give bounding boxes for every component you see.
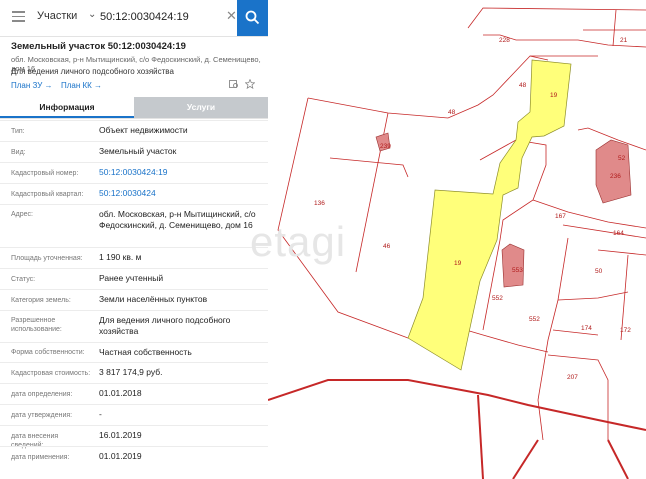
info-row: дата внесения сведений: 16.01.2019 — [0, 425, 268, 449]
row-label: Кадастровая стоимость: — [11, 370, 91, 377]
info-row: Кадастровая стоимость: 3 817 174,9 руб. — [0, 362, 268, 384]
parcel-label: 207 — [567, 374, 578, 381]
layer-select[interactable]: Участки — [37, 10, 77, 22]
major-boundary — [268, 379, 646, 479]
parcel-label: 167 — [555, 213, 566, 220]
info-panel: Участки ⌄ ✕ Земельный участок 50:12:0030… — [0, 0, 269, 479]
row-label: дата утверждения: — [11, 412, 73, 419]
info-row: Разрешенное использование: Для ведения л… — [0, 310, 268, 343]
info-row: Кадастровый номер: 50:12:0030424:19 — [0, 162, 268, 184]
selected-parcel[interactable] — [407, 59, 572, 371]
row-value: Частная собственность — [99, 347, 192, 357]
cadastral-number-link[interactable]: 50:12:0030424:19 — [99, 167, 264, 178]
parcel-label: 19 — [454, 260, 462, 267]
menu-icon[interactable] — [12, 11, 25, 22]
row-label: Категория земель: — [11, 297, 71, 304]
row-value: 01.01.2019 — [99, 451, 142, 461]
row-label: Статус: — [11, 276, 36, 283]
row-label: Адрес: — [11, 211, 33, 218]
search-button[interactable] — [237, 0, 268, 36]
star-icon[interactable] — [245, 79, 255, 89]
info-row: Тип: Объект недвижимости — [0, 120, 268, 142]
row-value: - — [99, 409, 102, 419]
watermark: etagi — [250, 218, 347, 265]
parcel-purpose: Для ведения личного подсобного хозяйства — [11, 67, 174, 76]
search-bar: Участки ⌄ ✕ — [0, 0, 268, 37]
parcel-label: 48 — [519, 82, 527, 89]
row-label: Тип: — [11, 128, 25, 135]
panel-tabs: Информация Услуги — [0, 97, 268, 119]
parcel-label: 552 — [529, 316, 540, 323]
parcel-label: 228 — [499, 37, 510, 44]
info-row: дата утверждения: - — [0, 404, 268, 426]
row-value: 1 190 кв. м — [99, 252, 142, 262]
info-row: Площадь уточненная: 1 190 кв. м — [0, 247, 268, 269]
row-value: обл. Московская, р-н Мытищинский, с/о Фе… — [99, 209, 256, 230]
search-input[interactable] — [100, 8, 218, 26]
info-row: Категория земель: Земли населённых пункт… — [0, 289, 268, 311]
parcel-label: 172 — [620, 327, 631, 334]
search-icon — [245, 10, 260, 25]
info-row: Форма собственности: Частная собственнос… — [0, 342, 268, 363]
parcel-label: 236 — [610, 173, 621, 180]
parcel-label: 21 — [620, 37, 628, 44]
info-row: дата определения: 01.01.2018 — [0, 383, 268, 405]
row-value: Земли населённых пунктов — [99, 294, 208, 304]
buildings — [375, 132, 632, 288]
row-label: дата применения: — [11, 454, 70, 461]
info-row: Вид: Земельный участок — [0, 141, 268, 163]
info-row: Кадастровый квартал: 50:12:0030424 — [0, 183, 268, 205]
row-value: 16.01.2019 — [99, 430, 142, 440]
close-icon[interactable]: ✕ — [226, 8, 237, 24]
info-row: дата применения: 01.01.2019 — [0, 446, 268, 479]
row-label: Вид: — [11, 149, 26, 156]
parcel-title: Земельный участок 50:12:0030424:19 — [11, 41, 186, 52]
row-label: Форма собственности: — [11, 349, 85, 356]
parcel-label: 52 — [618, 155, 626, 162]
row-value: Земельный участок — [99, 146, 177, 156]
row-label: Разрешенное использование: — [11, 317, 62, 333]
plan-zu-link[interactable]: План ЗУ → — [11, 81, 53, 90]
row-label: Площадь уточненная: — [11, 255, 83, 262]
parcel-label: 174 — [581, 325, 592, 332]
row-label: Кадастровый номер: — [11, 170, 79, 177]
row-value: Ранее учтенный — [99, 273, 164, 283]
cadastral-quarter-link[interactable]: 50:12:0030424 — [99, 188, 264, 199]
row-value: 01.01.2018 — [99, 388, 142, 398]
row-value: 3 817 174,9 руб. — [99, 367, 163, 377]
zoom-to-icon[interactable] — [229, 79, 239, 89]
parcel-label: 46 — [383, 243, 391, 250]
chevron-down-icon[interactable]: ⌄ — [88, 9, 96, 20]
tab-info[interactable]: Информация — [0, 97, 134, 118]
parcel-label: 136 — [314, 200, 325, 207]
parcel-label: 552 — [492, 295, 503, 302]
parcel-label: 19 — [550, 92, 558, 99]
info-row: Адрес: обл. Московская, р-н Мытищинский,… — [0, 204, 268, 248]
plan-kk-link[interactable]: План КК → — [61, 81, 102, 90]
tab-services[interactable]: Услуги — [134, 97, 268, 118]
row-value: Для ведения личного подсобного хозяйства — [99, 315, 231, 336]
parcel-label: 553 — [512, 267, 523, 274]
row-label: дата определения: — [11, 391, 73, 398]
row-value: Объект недвижимости — [99, 125, 188, 135]
parcel-label: 50 — [595, 268, 603, 275]
parcel-label: 48 — [448, 109, 456, 116]
parcel-label: 164 — [613, 230, 624, 237]
info-row: Статус: Ранее учтенный — [0, 268, 268, 290]
parcel-label: 239 — [380, 143, 391, 150]
row-label: Кадастровый квартал: — [11, 191, 84, 198]
